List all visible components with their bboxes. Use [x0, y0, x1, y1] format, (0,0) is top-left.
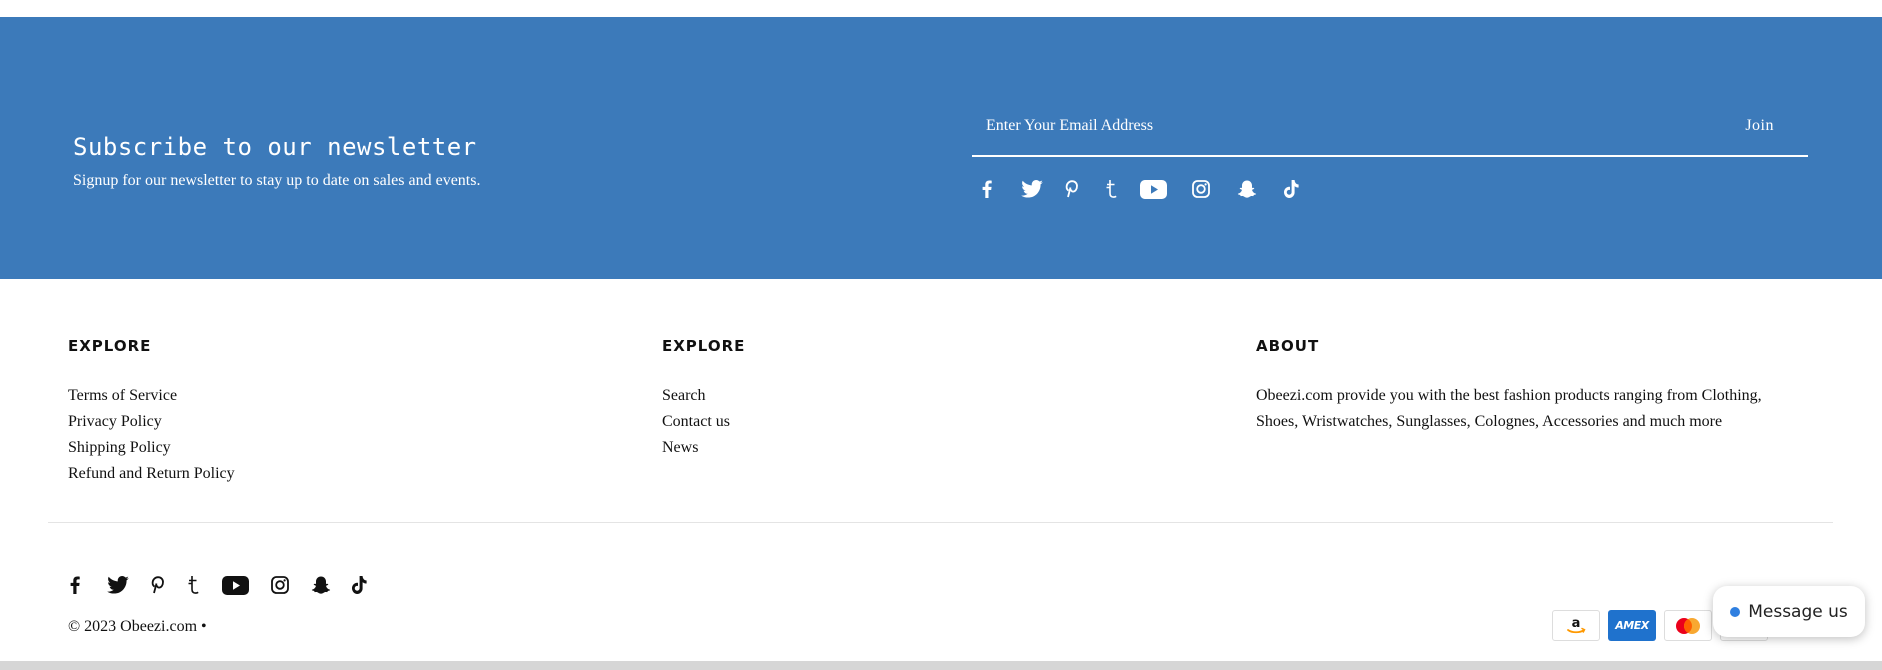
- amazon-pay-icon: a: [1552, 610, 1600, 641]
- list-item: Shipping Policy: [68, 435, 235, 461]
- footer-col-1-links: Terms of Service Privacy Policy Shipping…: [68, 383, 235, 487]
- svg-text:a: a: [1572, 616, 1581, 631]
- newsletter-title: Subscribe to our newsletter: [73, 133, 477, 161]
- refund-policy-link[interactable]: Refund and Return Policy: [68, 465, 235, 482]
- list-item: Refund and Return Policy: [68, 461, 235, 487]
- twitter-icon[interactable]: [106, 576, 130, 594]
- copyright-text: © 2023 Obeezi.com •: [68, 618, 207, 635]
- instagram-icon[interactable]: [270, 576, 290, 594]
- message-us-label: Message us: [1748, 601, 1848, 622]
- search-link[interactable]: Search: [662, 387, 706, 404]
- newsletter-section: Subscribe to our newsletter Signup for o…: [0, 17, 1882, 279]
- contact-us-link[interactable]: Contact us: [662, 413, 730, 430]
- amex-icon: AMEX: [1608, 610, 1656, 641]
- facebook-icon[interactable]: [980, 180, 994, 198]
- mastercard-icon: [1664, 610, 1712, 641]
- social-links-top: [980, 179, 1299, 199]
- youtube-icon[interactable]: [222, 575, 249, 595]
- about-text: Obeezi.com provide you with the best fas…: [1256, 387, 1762, 430]
- privacy-policy-link[interactable]: Privacy Policy: [68, 413, 162, 430]
- horizontal-scrollbar[interactable]: [0, 661, 1882, 670]
- news-link[interactable]: News: [662, 439, 698, 456]
- terms-of-service-link[interactable]: Terms of Service: [68, 387, 177, 404]
- list-item: News: [662, 435, 730, 461]
- tumblr-icon[interactable]: [1104, 179, 1118, 199]
- status-dot-icon: [1730, 606, 1741, 617]
- list-item: Search: [662, 383, 730, 409]
- pinterest-icon[interactable]: [1064, 180, 1078, 198]
- footer-col-2-links: Search Contact us News: [662, 383, 730, 461]
- snapchat-icon[interactable]: [311, 576, 331, 595]
- tiktok-icon[interactable]: [351, 576, 367, 594]
- shipping-policy-link[interactable]: Shipping Policy: [68, 439, 171, 456]
- footer-col-2-title: EXPLORE: [662, 337, 746, 355]
- email-input[interactable]: [986, 111, 1626, 141]
- list-item: Contact us: [662, 409, 730, 435]
- newsletter-subtitle: Signup for our newsletter to stay up to …: [73, 172, 481, 189]
- pinterest-icon[interactable]: [150, 576, 164, 594]
- tiktok-icon[interactable]: [1283, 180, 1299, 198]
- footer-col-3-title: ABOUT: [1256, 337, 1320, 355]
- list-item: Terms of Service: [68, 383, 235, 409]
- twitter-icon[interactable]: [1020, 180, 1044, 198]
- footer-divider: [48, 522, 1833, 523]
- newsletter-form: Join: [972, 111, 1808, 157]
- social-links-bottom: [68, 575, 367, 595]
- list-item: Privacy Policy: [68, 409, 235, 435]
- join-button[interactable]: Join: [1745, 111, 1774, 141]
- footer-col-1-title: EXPLORE: [68, 337, 152, 355]
- snapchat-icon[interactable]: [1237, 180, 1257, 199]
- tumblr-icon[interactable]: [186, 575, 200, 595]
- amex-label: AMEX: [1615, 619, 1649, 632]
- instagram-icon[interactable]: [1191, 180, 1211, 198]
- message-us-button[interactable]: Message us: [1713, 586, 1865, 637]
- youtube-icon[interactable]: [1140, 179, 1167, 199]
- facebook-icon[interactable]: [68, 576, 82, 594]
